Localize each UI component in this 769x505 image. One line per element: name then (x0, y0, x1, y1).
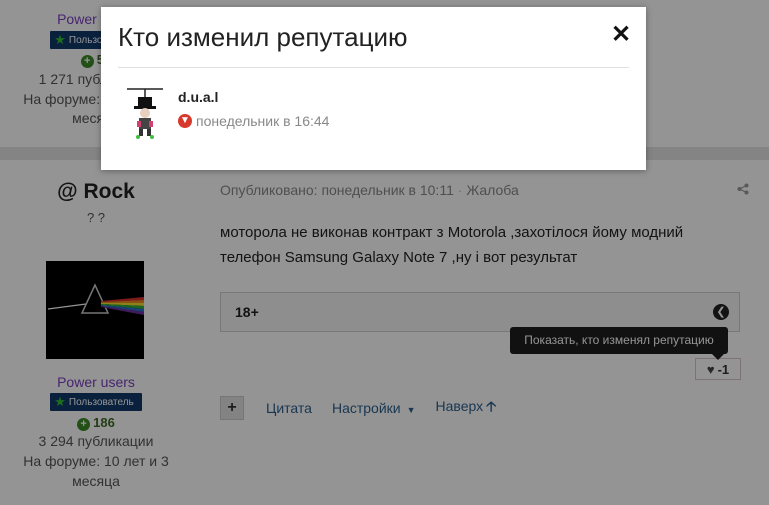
modal-title: Кто изменил репутацию (118, 22, 408, 52)
character-avatar-icon (127, 88, 163, 139)
arrow-down-icon: ▼ (178, 114, 192, 128)
reputation-modal: Кто изменил репутацию ✕ d.u.a.l ▼ понеде… (101, 7, 646, 170)
rep-change-time: ▼ понедельник в 16:44 (178, 113, 329, 129)
user-avatar[interactable] (123, 83, 167, 139)
modal-divider (118, 67, 629, 68)
user-name[interactable]: d.u.a.l (178, 89, 218, 105)
close-icon[interactable]: ✕ (611, 20, 631, 49)
